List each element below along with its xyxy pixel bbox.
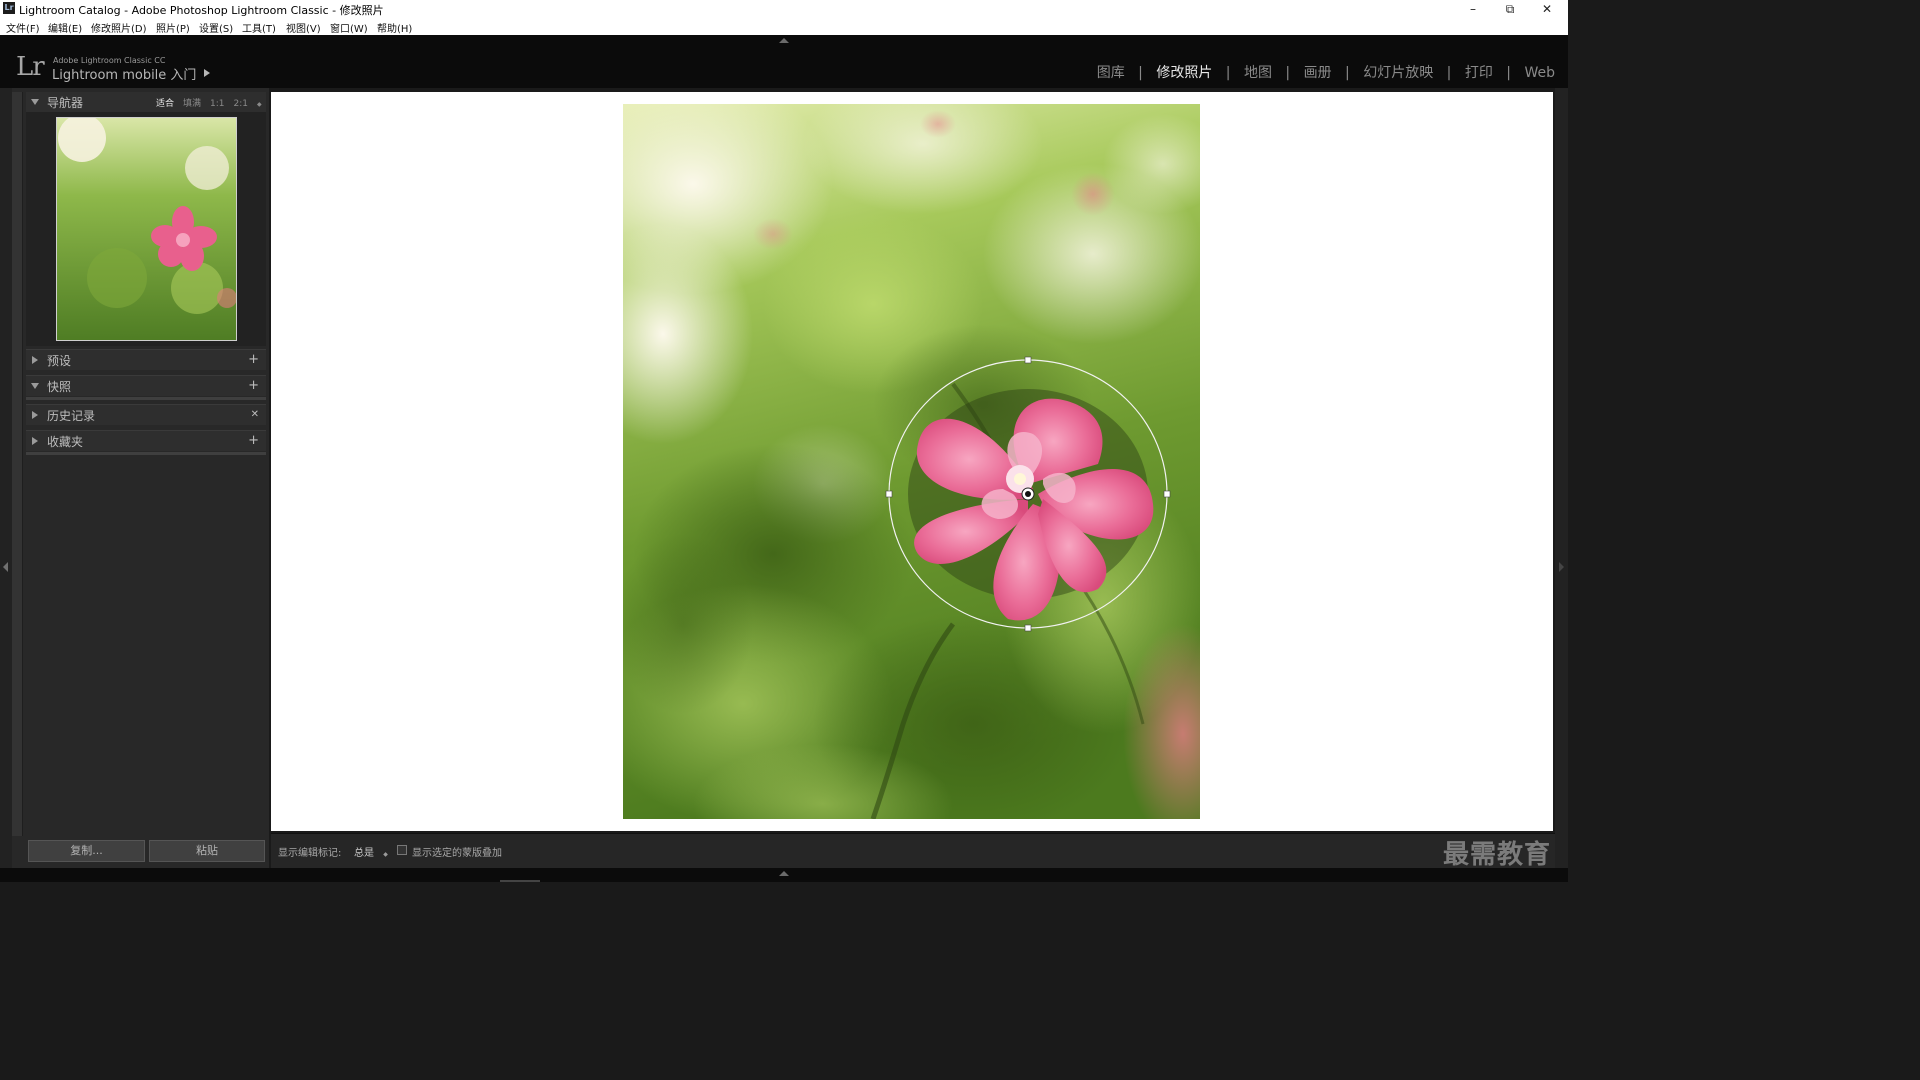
add-preset-icon[interactable]: + (248, 352, 259, 367)
menu-view[interactable]: 视图(V) (286, 20, 321, 35)
module-web[interactable]: Web (1524, 65, 1555, 81)
presets-expand-icon[interactable] (32, 356, 38, 364)
module-separator: | (1506, 65, 1512, 81)
module-book[interactable]: 画册 (1304, 62, 1332, 82)
history-title: 历史记录 (47, 409, 96, 423)
navigator-expand-icon[interactable] (31, 99, 39, 105)
zoom-fill[interactable]: 填满 (183, 99, 201, 109)
close-button[interactable]: ✕ (1532, 1, 1562, 17)
filmstrip-collapsed-band (0, 868, 1568, 882)
history-expand-icon[interactable] (32, 411, 38, 419)
module-slideshow[interactable]: 幻灯片放映 (1363, 62, 1433, 82)
add-snapshot-icon[interactable]: + (248, 378, 259, 393)
menu-bar: 文件(F) 编辑(E) 修改照片(D) 照片(P) 设置(S) 工具(T) 视图… (0, 18, 1568, 35)
module-separator: | (1446, 65, 1452, 81)
presets-panel-header[interactable]: 预设 + (26, 349, 266, 370)
lr-logo: Lr (16, 52, 45, 82)
mask-overlay-label[interactable]: 显示选定的蒙版叠加 (412, 844, 502, 859)
develop-photo[interactable] (623, 104, 1200, 819)
history-panel-header[interactable]: 历史记录 ✕ (26, 404, 266, 425)
snapshots-expand-icon[interactable] (31, 383, 39, 389)
add-collection-icon[interactable]: + (248, 433, 259, 448)
module-separator: | (1138, 65, 1143, 81)
collections-panel-header[interactable]: 收藏夹 + (26, 430, 266, 451)
photo-canvas[interactable] (623, 104, 1200, 819)
expand-right-icon[interactable] (1559, 562, 1564, 572)
module-print[interactable]: 打印 (1465, 62, 1493, 82)
zoom-2-1[interactable]: 2:1 (234, 99, 248, 109)
lightroom-app-icon: Lr (3, 2, 15, 14)
show-edit-pins-value[interactable]: 总是 (354, 848, 374, 859)
right-panel-edge[interactable] (1555, 88, 1568, 868)
menu-develop[interactable]: 修改照片(D) (91, 20, 147, 35)
show-edit-pins-label: 显示编辑标记: (278, 848, 342, 859)
collections-title: 收藏夹 (47, 435, 84, 449)
zoom-select-arrows-icon[interactable]: ◆ (257, 101, 262, 108)
filmstrip-grip[interactable] (500, 880, 540, 882)
navigator-title: 导航器 (47, 96, 84, 110)
module-separator: | (1225, 65, 1231, 81)
module-map[interactable]: 地图 (1244, 62, 1272, 82)
module-picker: 图库 | 修改照片 | 地图 | 画册 | 幻灯片放映 | 打印 | Web (1097, 62, 1555, 82)
clear-history-icon[interactable]: ✕ (251, 409, 259, 420)
panel-divider (26, 452, 266, 455)
menu-tools[interactable]: 工具(T) (242, 20, 276, 35)
mobile-getting-started-link[interactable]: Lightroom mobile 入门 (52, 64, 196, 83)
radial-filter-handle-right[interactable] (1163, 490, 1171, 498)
radial-filter-handle-bottom[interactable] (1024, 624, 1032, 632)
presets-title: 预设 (47, 354, 72, 368)
snapshots-title: 快照 (47, 380, 72, 394)
expand-filmstrip-icon[interactable] (779, 871, 789, 876)
menu-photo[interactable]: 照片(P) (156, 20, 190, 35)
module-develop[interactable]: 修改照片 (1156, 62, 1212, 82)
title-bar: Lr Lightroom Catalog - Adobe Photoshop L… (0, 0, 1568, 18)
zoom-fit[interactable]: 适合 (156, 99, 174, 109)
menu-edit[interactable]: 编辑(E) (48, 20, 82, 35)
menu-help[interactable]: 帮助(H) (377, 20, 412, 35)
collapse-top-panel-icon[interactable] (779, 38, 789, 43)
zoom-1-1[interactable]: 1:1 (210, 99, 224, 109)
radial-filter-pin-center[interactable] (1025, 491, 1031, 497)
navigator-thumbnail[interactable] (56, 117, 237, 341)
navigator-thumbnail-image (57, 118, 236, 340)
restore-button[interactable]: ⧉ (1495, 1, 1525, 17)
paste-settings-button[interactable]: 粘贴 (149, 840, 265, 862)
collections-expand-icon[interactable] (32, 437, 38, 445)
radial-filter-handle-left[interactable] (885, 490, 893, 498)
window-title: Lightroom Catalog - Adobe Photoshop Ligh… (19, 4, 384, 17)
navigator-zoom-options: 适合 填满 1:1 2:1 ◆ (156, 96, 271, 109)
snapshots-panel-header[interactable]: 快照 + (26, 375, 266, 396)
select-arrows-icon[interactable]: ◆ (383, 851, 388, 858)
panel-divider (26, 397, 266, 400)
module-separator: | (1285, 65, 1291, 81)
menu-window[interactable]: 窗口(W) (330, 20, 368, 35)
play-arrow-icon[interactable] (204, 69, 210, 77)
left-panel-scrollbar[interactable] (12, 92, 23, 836)
radial-filter-handle-top[interactable] (1024, 356, 1032, 364)
copy-settings-button[interactable]: 复制... (28, 840, 145, 862)
left-panel-edge[interactable] (0, 88, 12, 868)
module-separator: | (1345, 65, 1350, 81)
watermark-logo: 最需教育 (1443, 840, 1552, 870)
menu-settings[interactable]: 设置(S) (199, 20, 233, 35)
minimize-button[interactable]: – (1458, 1, 1488, 17)
mask-overlay-checkbox[interactable] (397, 845, 407, 855)
menu-file[interactable]: 文件(F) (6, 20, 40, 35)
module-library[interactable]: 图库 (1097, 62, 1125, 82)
show-edit-pins-select[interactable]: 总是 ◆ (354, 844, 388, 859)
collapse-left-icon[interactable] (3, 562, 8, 572)
